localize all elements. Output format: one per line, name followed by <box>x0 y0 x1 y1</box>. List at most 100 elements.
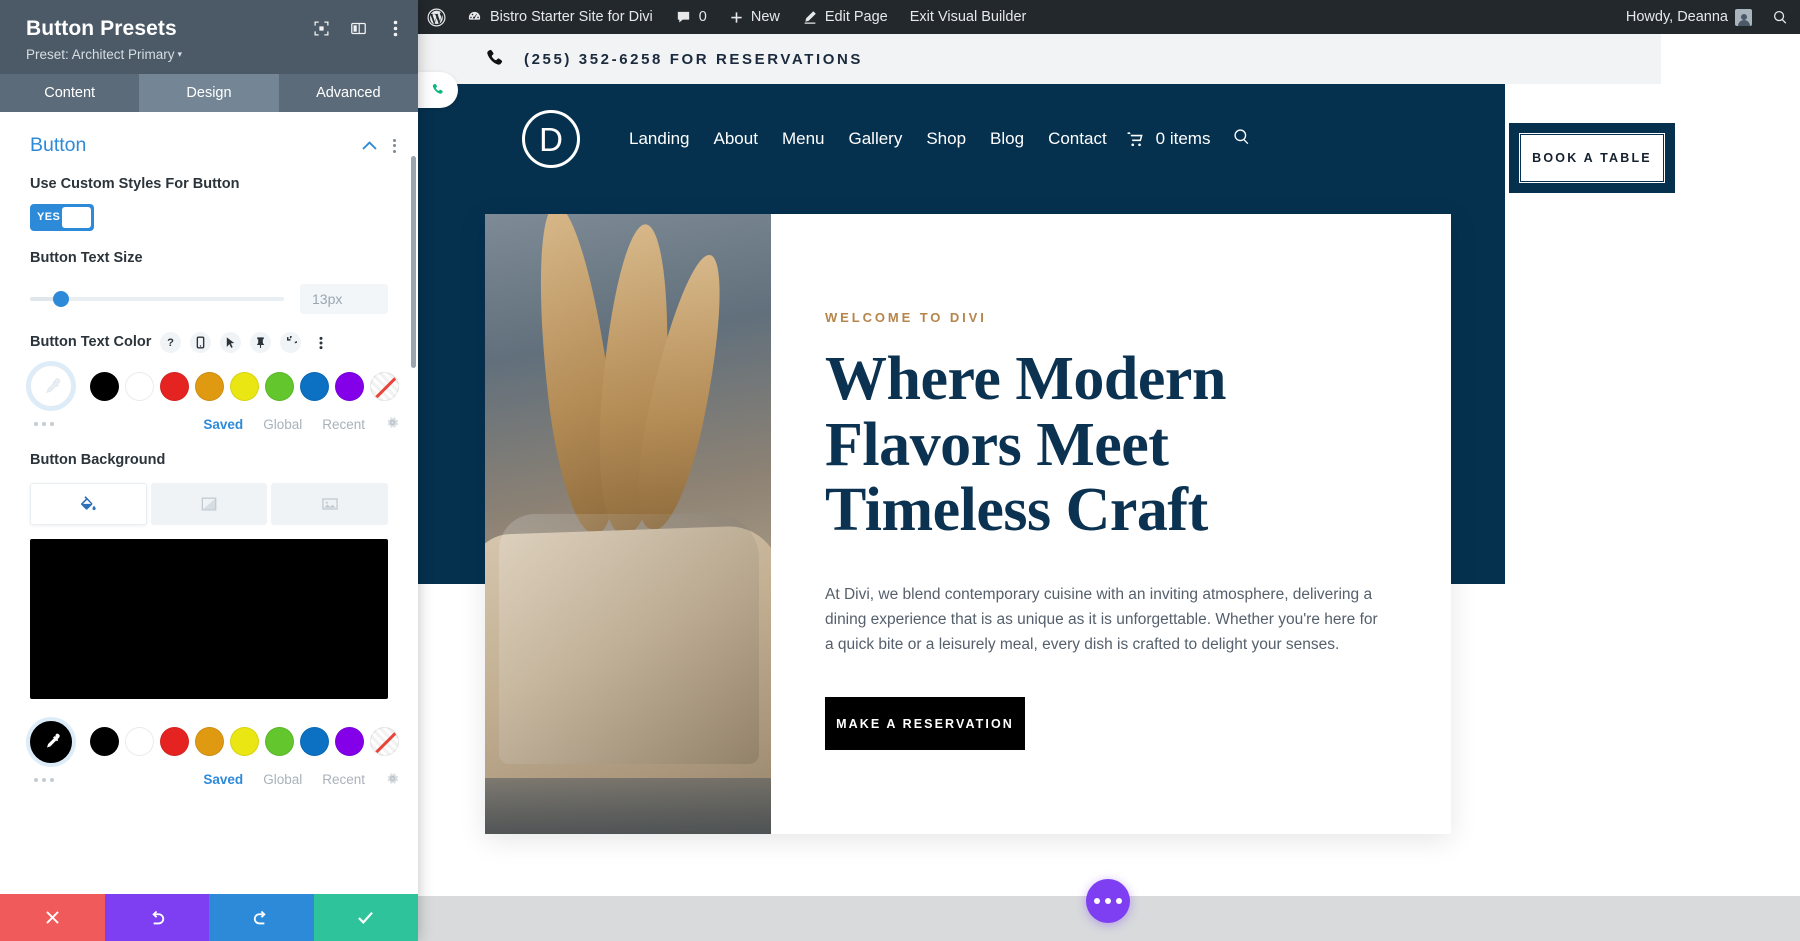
swatch-yellow[interactable] <box>230 727 259 757</box>
cart-icon <box>1127 131 1143 146</box>
background-tab-global[interactable]: Global <box>263 772 302 787</box>
text-size-input[interactable]: 13px <box>300 284 388 315</box>
dot <box>1094 898 1100 904</box>
nav-link-about[interactable]: About <box>714 129 758 149</box>
tab-content[interactable]: Content <box>0 74 140 113</box>
swatch-none[interactable] <box>370 727 399 757</box>
divi-builder-fab[interactable] <box>1086 879 1130 923</box>
field-label-text-size: Button Text Size <box>30 249 143 266</box>
panel-scrollbar[interactable] <box>411 156 416 369</box>
text-size-slider[interactable] <box>30 291 284 308</box>
more-vertical-icon[interactable] <box>310 332 331 353</box>
nav-link-gallery[interactable]: Gallery <box>848 129 902 149</box>
background-color-tab[interactable] <box>30 482 147 525</box>
background-color-preview[interactable] <box>30 538 388 699</box>
tab-design[interactable]: Design <box>139 74 279 113</box>
responsive-icon[interactable] <box>190 332 212 354</box>
background-image-tab[interactable] <box>271 482 389 525</box>
save-button[interactable] <box>313 894 418 941</box>
panel-tabs: Content Design Advanced <box>0 74 418 113</box>
sticky-icon[interactable] <box>250 332 272 354</box>
chevron-up-icon[interactable] <box>362 138 377 153</box>
focus-target-icon[interactable] <box>312 19 330 37</box>
account-menu[interactable]: Howdy, Deanna <box>1617 0 1761 34</box>
text-color-tab-global[interactable]: Global <box>263 417 302 432</box>
swatch-blue[interactable] <box>300 727 329 757</box>
background-color-swatches <box>0 720 418 763</box>
wordpress-icon <box>427 8 446 26</box>
hero-image <box>485 214 771 834</box>
nav-link-menu[interactable]: Menu <box>782 129 825 149</box>
redo-button[interactable] <box>209 894 314 941</box>
gear-icon[interactable] <box>385 771 400 789</box>
cancel-button[interactable] <box>0 894 105 941</box>
tab-advanced[interactable]: Advanced <box>278 74 418 113</box>
new-content-menu[interactable]: New <box>718 0 791 34</box>
book-a-table-button[interactable]: BOOK A TABLE <box>1516 130 1668 186</box>
swatch-blue[interactable] <box>300 371 329 401</box>
swatch-overflow-icon[interactable] <box>34 777 54 782</box>
text-color-tab-recent[interactable]: Recent <box>322 417 365 432</box>
reset-icon[interactable] <box>280 332 302 354</box>
hover-icon[interactable] <box>220 332 242 354</box>
site-navbar: D Landing About Menu Gallery Shop Blog C… <box>418 84 1505 194</box>
cart-link[interactable]: 0 items <box>1125 129 1210 149</box>
eyedropper-icon[interactable] <box>30 365 72 408</box>
swatch-white[interactable] <box>125 371 154 401</box>
nav-link-blog[interactable]: Blog <box>990 129 1024 149</box>
custom-styles-toggle[interactable]: YES <box>30 203 94 231</box>
swatch-orange[interactable] <box>195 371 224 401</box>
search-icon <box>1773 10 1787 24</box>
text-color-tab-saved[interactable]: Saved <box>203 417 243 432</box>
swatch-none[interactable] <box>370 371 399 401</box>
admin-search-button[interactable] <box>1761 0 1800 34</box>
swatch-red[interactable] <box>160 727 189 757</box>
comment-icon <box>677 11 689 22</box>
eyedropper-icon[interactable] <box>30 720 72 763</box>
undo-button[interactable] <box>104 894 209 941</box>
hero-heading: Where Modern Flavors Meet Timeless Craft <box>825 345 1226 545</box>
swatch-black[interactable] <box>90 371 119 401</box>
wp-logo-menu[interactable] <box>418 0 455 34</box>
background-tab-recent[interactable]: Recent <box>322 772 365 787</box>
swatch-purple[interactable] <box>335 727 364 757</box>
comments-menu[interactable]: 0 <box>664 0 718 34</box>
layout-columns-icon[interactable] <box>349 19 367 37</box>
make-a-reservation-button[interactable]: MAKE A RESERVATION <box>825 697 1025 751</box>
swatch-white[interactable] <box>125 727 154 757</box>
slider-handle[interactable] <box>52 291 69 308</box>
avatar <box>1735 8 1752 26</box>
background-gradient-tab[interactable] <box>150 482 268 525</box>
more-vertical-icon[interactable] <box>386 19 404 37</box>
edit-page-menu[interactable]: Edit Page <box>791 0 899 34</box>
nav-link-landing[interactable]: Landing <box>629 129 690 149</box>
swatch-green[interactable] <box>265 727 294 757</box>
section-more-icon[interactable] <box>393 138 396 153</box>
exit-visual-builder-menu[interactable]: Exit Visual Builder <box>899 0 1038 34</box>
topbar-right-filler <box>1661 34 1800 199</box>
swatch-overflow-icon[interactable] <box>34 422 54 427</box>
floating-phone-tab[interactable] <box>418 72 458 108</box>
swatch-green[interactable] <box>265 371 294 401</box>
background-swatch-meta: Saved Global Recent <box>0 763 418 789</box>
divi-logo[interactable]: D <box>522 110 580 168</box>
nav-link-shop[interactable]: Shop <box>926 129 966 149</box>
swatch-black[interactable] <box>90 727 119 757</box>
gear-icon[interactable] <box>385 415 400 433</box>
site-search-icon[interactable] <box>1232 127 1252 152</box>
swatch-orange[interactable] <box>195 727 224 757</box>
site-topbar: (255) 352-6258 FOR RESERVATIONS <box>418 34 1661 84</box>
background-tab-saved[interactable]: Saved <box>203 772 243 787</box>
swatch-yellow[interactable] <box>230 371 259 401</box>
site-name-menu[interactable]: Bistro Starter Site for Divi <box>455 0 664 34</box>
swatch-purple[interactable] <box>335 371 364 401</box>
field-button-background: Button Background <box>0 433 418 471</box>
text-color-swatch-meta: Saved Global Recent <box>0 407 418 433</box>
plus-icon <box>731 11 742 23</box>
image-icon <box>321 498 338 510</box>
swatch-red[interactable] <box>160 371 189 401</box>
preset-selector[interactable]: Preset: Architect Primary ▾ <box>26 47 398 62</box>
primary-nav: Landing About Menu Gallery Shop Blog Con… <box>629 129 1107 149</box>
nav-link-contact[interactable]: Contact <box>1048 129 1107 149</box>
help-icon[interactable]: ? <box>160 332 182 354</box>
